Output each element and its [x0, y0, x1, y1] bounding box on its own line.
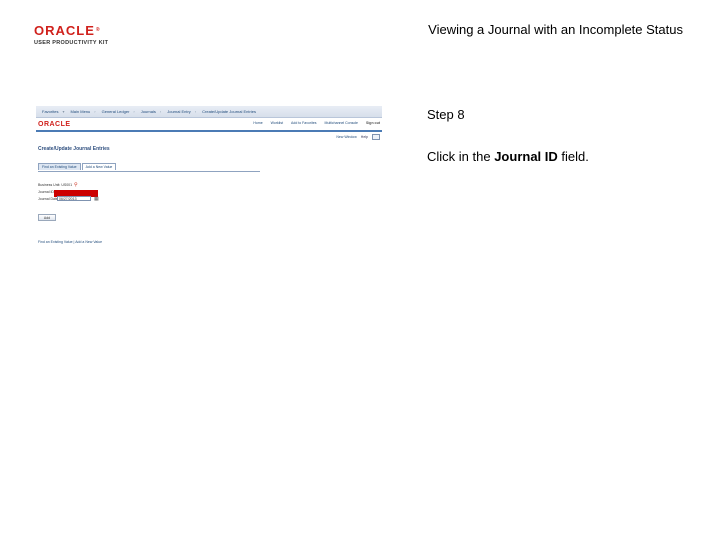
add-button[interactable]: Add: [38, 214, 56, 221]
application-screenshot: Favorites ▾ Main Menu › General Ledger › Jo…: [36, 106, 382, 252]
journal-date-field[interactable]: 06/27/2013: [57, 196, 91, 201]
page-options-icon[interactable]: [372, 134, 380, 140]
oracle-upk-logo: ORACLE ® USER PRODUCTIVITY KIT: [34, 24, 124, 48]
menu-item[interactable]: Favorites: [42, 109, 58, 114]
document-title: Viewing a Journal with an Incomplete Sta…: [428, 22, 683, 37]
tab-underline: [38, 171, 260, 172]
journal-date-label: Journal Date:: [38, 197, 59, 201]
business-unit-value[interactable]: US001: [61, 183, 72, 187]
add-favorites-link[interactable]: Add to Favorites: [291, 121, 316, 125]
calendar-icon[interactable]: ▦: [94, 196, 99, 202]
menu-item[interactable]: Journals: [141, 109, 156, 114]
bottom-links[interactable]: Find an Existing Value | Add a New Value: [38, 240, 102, 244]
app-header: ORACLE Home Worklist Add to Favorites Mu…: [36, 118, 382, 130]
menu-item[interactable]: Main Menu: [70, 109, 90, 114]
header-links: Home Worklist Add to Favorites Multichan…: [253, 121, 380, 125]
app-logo: ORACLE: [38, 121, 71, 128]
multichannel-link[interactable]: Multichannel Console: [325, 121, 358, 125]
worklist-link[interactable]: Worklist: [271, 121, 283, 125]
header-divider: [36, 130, 382, 132]
step-number: Step 8: [427, 107, 465, 122]
lookup-icon[interactable]: ⚲: [74, 182, 78, 188]
journal-id-label: Journal ID:: [38, 190, 55, 194]
instruction-field-name: Journal ID: [494, 149, 558, 164]
logo-subtitle: USER PRODUCTIVITY KIT: [34, 40, 109, 46]
tab-find-existing[interactable]: Find an Existing Value: [38, 163, 81, 170]
business-unit-label: Business Unit:: [38, 183, 61, 187]
new-window-link[interactable]: New Window: [336, 135, 356, 139]
step-instruction: Click in the Journal ID field.: [427, 149, 589, 164]
help-link[interactable]: Help: [361, 135, 368, 139]
menu-breadcrumb-bar: Favorites ▾ Main Menu › General Ledger › Jo…: [36, 106, 382, 118]
tab-add-new[interactable]: Add a New Value: [81, 163, 117, 170]
page-nav-links: New Window Help: [336, 134, 380, 140]
sign-out-link[interactable]: Sign out: [366, 121, 380, 125]
business-unit-row: Business Unit: US001 ⚲: [38, 182, 78, 188]
instruction-suffix: field.: [557, 149, 589, 164]
page-title: Create/Update Journal Entries: [38, 146, 110, 152]
search-tabs: Find an Existing Value Add a New Value: [38, 163, 117, 170]
logo-brand: ORACLE ®: [34, 23, 101, 38]
menu-item[interactable]: Create/Update Journal Entries: [202, 109, 256, 114]
menu-item[interactable]: Journal Entry: [167, 109, 191, 114]
instruction-prefix: Click in the: [427, 149, 495, 164]
menu-item[interactable]: General Ledger: [102, 109, 130, 114]
home-link[interactable]: Home: [253, 121, 262, 125]
